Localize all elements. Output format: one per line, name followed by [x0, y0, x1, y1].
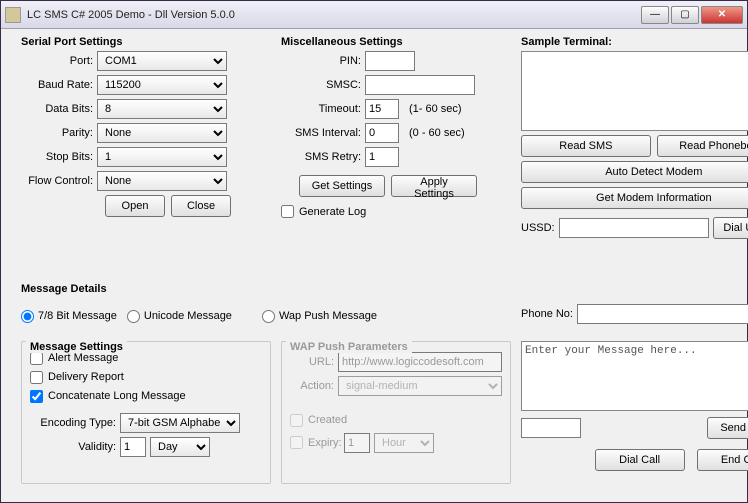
send-sms-button[interactable]: Send SMS — [707, 417, 748, 439]
databits-label: Data Bits: — [21, 103, 93, 115]
timeout-input[interactable] — [365, 99, 399, 119]
parity-label: Parity: — [21, 127, 93, 139]
concat-checkbox[interactable] — [30, 390, 43, 403]
generate-log-label: Generate Log — [299, 206, 366, 218]
validity-unit-select[interactable]: Day — [150, 437, 210, 457]
pin-label: PIN: — [281, 55, 361, 67]
misc-settings-group: Miscellaneous Settings PIN: SMSC: Timeou… — [273, 37, 503, 278]
encoding-label: Encoding Type: — [30, 417, 116, 429]
auto-detect-modem-button[interactable]: Auto Detect Modem — [521, 161, 748, 183]
baud-select[interactable]: 115200 — [97, 75, 227, 95]
port-select[interactable]: COM1 — [97, 51, 227, 71]
timeout-hint: (1- 60 sec) — [409, 103, 462, 115]
terminal-legend: Sample Terminal: — [517, 36, 616, 48]
generate-log-checkbox[interactable] — [281, 205, 294, 218]
window-title: LC SMS C# 2005 Demo - Dll Version 5.0.0 — [27, 9, 641, 21]
get-settings-button[interactable]: Get Settings — [299, 175, 385, 197]
radio-unicode-label: Unicode Message — [144, 310, 232, 322]
open-button[interactable]: Open — [105, 195, 165, 217]
validity-num-input[interactable] — [120, 437, 146, 457]
msg-settings-legend: Message Settings — [26, 341, 127, 353]
parity-select[interactable]: None — [97, 123, 227, 143]
dial-ussd-button[interactable]: Dial USSD — [713, 217, 748, 239]
phone-label: Phone No: — [521, 308, 573, 320]
wap-parameters-fieldset: WAP Push Parameters URL: Action: signal-… — [281, 341, 511, 484]
close-button-serial[interactable]: Close — [171, 195, 231, 217]
flow-select[interactable]: None — [97, 171, 227, 191]
smsc-input[interactable] — [365, 75, 475, 95]
radio-unicode[interactable] — [127, 310, 140, 323]
retry-input[interactable] — [365, 147, 399, 167]
expiry-label: Expiry: — [308, 437, 342, 449]
delivery-checkbox[interactable] — [30, 371, 43, 384]
message-settings-fieldset: Message Settings Alert Message Delivery … — [21, 341, 271, 484]
client-area: Serial Port Settings Port: COM1 Baud Rat… — [1, 29, 747, 502]
maximize-button[interactable]: ▢ — [671, 6, 699, 24]
end-call-button[interactable]: End Call — [697, 449, 748, 471]
expiry-checkbox — [290, 436, 303, 449]
expiry-unit-select: Hour — [374, 433, 434, 453]
message-textarea[interactable]: Enter your Message here... — [521, 341, 748, 411]
status-input[interactable] — [521, 418, 581, 438]
message-details-group: Message Details 7/8 Bit Message Unicode … — [13, 284, 748, 493]
get-modem-info-button[interactable]: Get Modem Information — [521, 187, 748, 209]
stopbits-select[interactable]: 1 — [97, 147, 227, 167]
validity-label: Validity: — [30, 441, 116, 453]
expiry-num-input — [344, 433, 370, 453]
wap-legend: WAP Push Parameters — [286, 341, 412, 353]
ussd-input[interactable] — [559, 218, 709, 238]
url-input — [338, 352, 502, 372]
created-checkbox — [290, 414, 303, 427]
app-icon — [5, 7, 21, 23]
pin-input[interactable] — [365, 51, 415, 71]
terminal-textarea[interactable] — [521, 51, 748, 131]
flow-label: Flow Control: — [21, 175, 93, 187]
ussd-label: USSD: — [521, 222, 555, 234]
interval-hint: (0 - 60 sec) — [409, 127, 465, 139]
minimize-button[interactable]: — — [641, 6, 669, 24]
alert-label: Alert Message — [48, 352, 118, 364]
smsc-label: SMSC: — [281, 79, 361, 91]
read-phonebook-button[interactable]: Read Phonebook — [657, 135, 748, 157]
titlebar: LC SMS C# 2005 Demo - Dll Version 5.0.0 … — [1, 1, 747, 29]
concat-label: Concatenate Long Message — [48, 390, 186, 402]
serial-port-settings-group: Serial Port Settings Port: COM1 Baud Rat… — [13, 37, 263, 278]
misc-legend: Miscellaneous Settings — [277, 36, 407, 48]
baud-label: Baud Rate: — [21, 79, 93, 91]
radio-wap[interactable] — [262, 310, 275, 323]
interval-label: SMS Interval: — [281, 127, 361, 139]
read-sms-button[interactable]: Read SMS — [521, 135, 651, 157]
port-label: Port: — [21, 55, 93, 67]
details-legend: Message Details — [17, 283, 111, 295]
alert-checkbox[interactable] — [30, 352, 43, 365]
interval-input[interactable] — [365, 123, 399, 143]
sample-terminal-group: Sample Terminal: ▴ ▾ Read SMS Read Phone… — [513, 37, 748, 278]
retry-label: SMS Retry: — [281, 151, 361, 163]
radio-78bit-label: 7/8 Bit Message — [38, 310, 117, 322]
databits-select[interactable]: 8 — [97, 99, 227, 119]
app-window: LC SMS C# 2005 Demo - Dll Version 5.0.0 … — [0, 0, 748, 503]
action-label: Action: — [290, 380, 334, 392]
dial-call-button[interactable]: Dial Call — [595, 449, 685, 471]
radio-78bit[interactable] — [21, 310, 34, 323]
timeout-label: Timeout: — [281, 103, 361, 115]
created-label: Created — [308, 414, 347, 426]
stopbits-label: Stop Bits: — [21, 151, 93, 163]
url-label: URL: — [290, 356, 334, 368]
phone-input[interactable] — [577, 304, 748, 324]
encoding-select[interactable]: 7-bit GSM Alphabet — [120, 413, 240, 433]
delivery-label: Delivery Report — [48, 371, 124, 383]
apply-settings-button[interactable]: Apply Settings — [391, 175, 477, 197]
serial-legend: Serial Port Settings — [17, 36, 126, 48]
action-select: signal-medium — [338, 376, 502, 396]
close-button[interactable]: ✕ — [701, 6, 743, 24]
radio-wap-label: Wap Push Message — [279, 310, 377, 322]
